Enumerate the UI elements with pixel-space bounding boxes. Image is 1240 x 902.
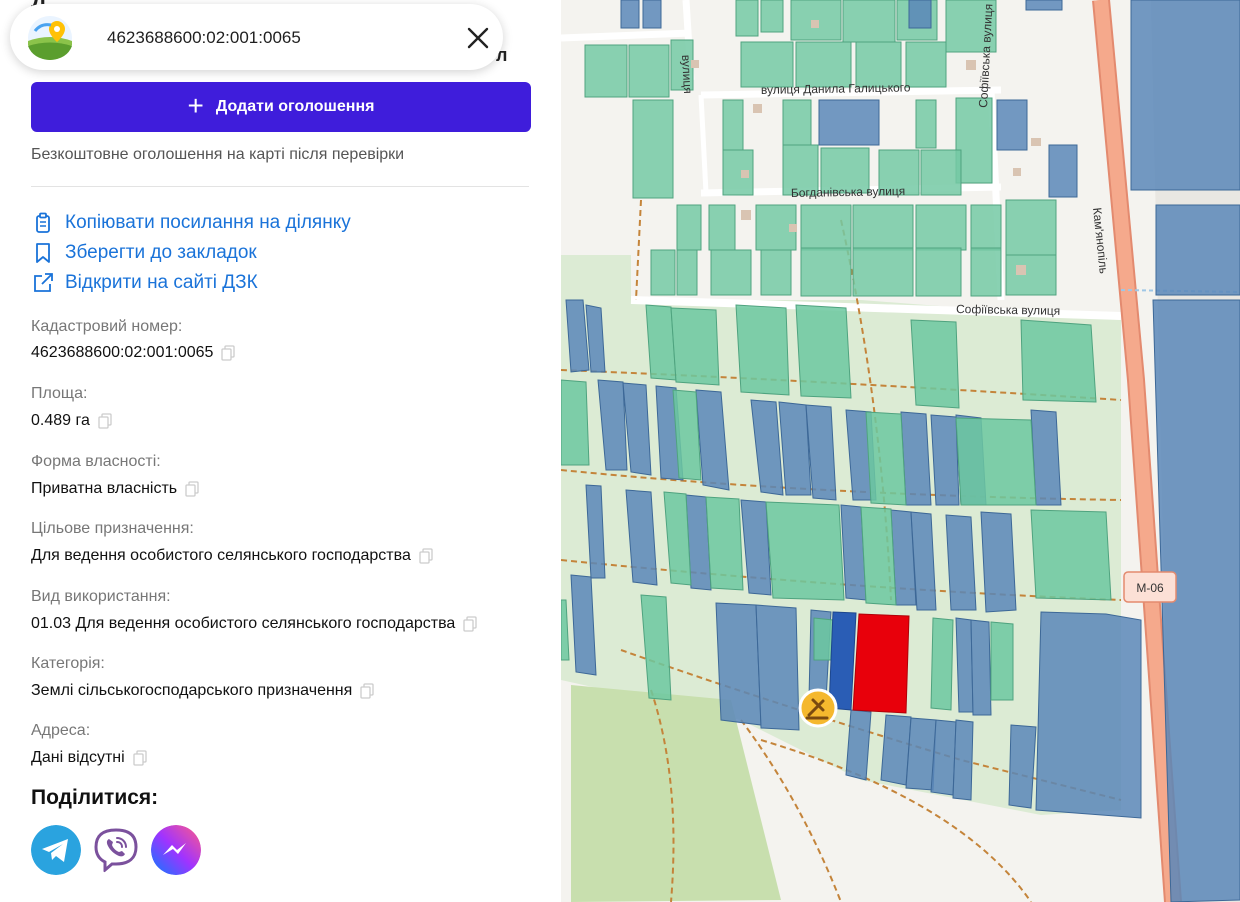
copy-icon[interactable] bbox=[419, 548, 433, 564]
clipboard-icon bbox=[36, 212, 50, 233]
cadastral-number: 4623688600:02:001:0065 bbox=[31, 344, 214, 361]
copy-link-label: Копіювати посилання на ділянку bbox=[65, 212, 351, 233]
field-value-purpose: Для ведення особистого селянського госпо… bbox=[31, 547, 433, 565]
open-dzk-action[interactable]: Відкрити на сайті ДЗК bbox=[31, 271, 258, 295]
share-title: Поділитися: bbox=[31, 786, 159, 809]
close-icon[interactable] bbox=[463, 23, 493, 53]
highway-label: М-06 bbox=[1136, 581, 1164, 595]
address-value: Дані відсутні bbox=[31, 749, 125, 766]
selected-parcel bbox=[852, 613, 910, 714]
usage-value: 01.03 Для ведення особистого селянського… bbox=[31, 615, 456, 632]
viber-share-icon[interactable] bbox=[91, 825, 141, 875]
bookmark-action[interactable]: Зберегти до закладок bbox=[31, 241, 257, 265]
field-value-ownership: Приватна власність bbox=[31, 480, 199, 498]
field-value-address: Дані відсутні bbox=[31, 749, 147, 767]
add-ad-button[interactable]: + Додати оголошення bbox=[31, 82, 531, 132]
telegram-share-icon[interactable] bbox=[31, 825, 81, 875]
field-label-area: Площа: bbox=[31, 385, 88, 402]
field-label-cadastral: Кадастровий номер: bbox=[31, 318, 183, 335]
street-label-bohdanivska: Богданівська вулиця bbox=[791, 184, 906, 200]
field-label-category: Категорія: bbox=[31, 655, 105, 672]
copy-icon[interactable] bbox=[221, 345, 236, 361]
bookmark-label: Зберегти до закладок bbox=[65, 242, 257, 263]
copy-link-action[interactable]: Копіювати посилання на ділянку bbox=[31, 211, 351, 235]
add-ad-label: Додати оголошення bbox=[215, 98, 375, 115]
field-label-purpose: Цільове призначення: bbox=[31, 520, 194, 537]
field-label-address: Адреса: bbox=[31, 722, 91, 739]
auction-gavel-icon bbox=[798, 688, 838, 728]
field-value-usage: 01.03 Для ведення особистого селянського… bbox=[31, 615, 477, 633]
area-value: 0.489 га bbox=[31, 412, 90, 429]
street-label-sofiivska: Софіївська вулиця bbox=[956, 302, 1060, 318]
divider bbox=[31, 186, 529, 187]
copy-icon[interactable] bbox=[360, 683, 374, 699]
search-query[interactable]: 4623688600:02:001:0065 bbox=[107, 28, 301, 48]
app-logo-icon bbox=[28, 16, 72, 60]
parcel-info-panel: Д л 4623688600:02:001:0065 + Додати огол… bbox=[0, 0, 561, 902]
add-ad-note: Безкоштовне оголошення на карті після пе… bbox=[31, 146, 405, 163]
category-value: Землі сільськогосподарського призначення bbox=[31, 682, 353, 699]
field-label-usage: Вид використання: bbox=[31, 588, 171, 605]
field-label-ownership: Форма власності: bbox=[31, 453, 161, 470]
field-value-area: 0.489 га bbox=[31, 412, 112, 430]
ownership-value: Приватна власність bbox=[31, 480, 178, 497]
purpose-value: Для ведення особистого селянського госпо… bbox=[31, 547, 411, 564]
field-value-cadastral: 4623688600:02:001:0065 bbox=[31, 344, 236, 362]
street-label-danyla: вулиця Данила Галицького bbox=[761, 80, 911, 97]
external-link-icon bbox=[34, 273, 53, 292]
search-bar[interactable]: 4623688600:02:001:0065 bbox=[10, 4, 503, 70]
open-dzk-label: Відкрити на сайті ДЗК bbox=[65, 272, 258, 293]
bookmark-icon bbox=[36, 243, 50, 263]
cadastral-map[interactable]: М-06 вулиця Данила Галицького Богданівсь… bbox=[561, 0, 1240, 902]
messenger-share-icon[interactable] bbox=[151, 825, 201, 875]
field-value-category: Землі сільськогосподарського призначення bbox=[31, 682, 374, 700]
map-canvas[interactable]: М-06 вулиця Данила Галицького Богданівсь… bbox=[561, 0, 1240, 902]
copy-icon[interactable] bbox=[133, 750, 147, 766]
copy-icon[interactable] bbox=[463, 616, 477, 632]
copy-icon[interactable] bbox=[185, 481, 199, 497]
plus-icon: + bbox=[187, 89, 204, 121]
copy-icon[interactable] bbox=[98, 413, 112, 429]
street-label-vertical-top: вулиця bbox=[679, 54, 695, 94]
